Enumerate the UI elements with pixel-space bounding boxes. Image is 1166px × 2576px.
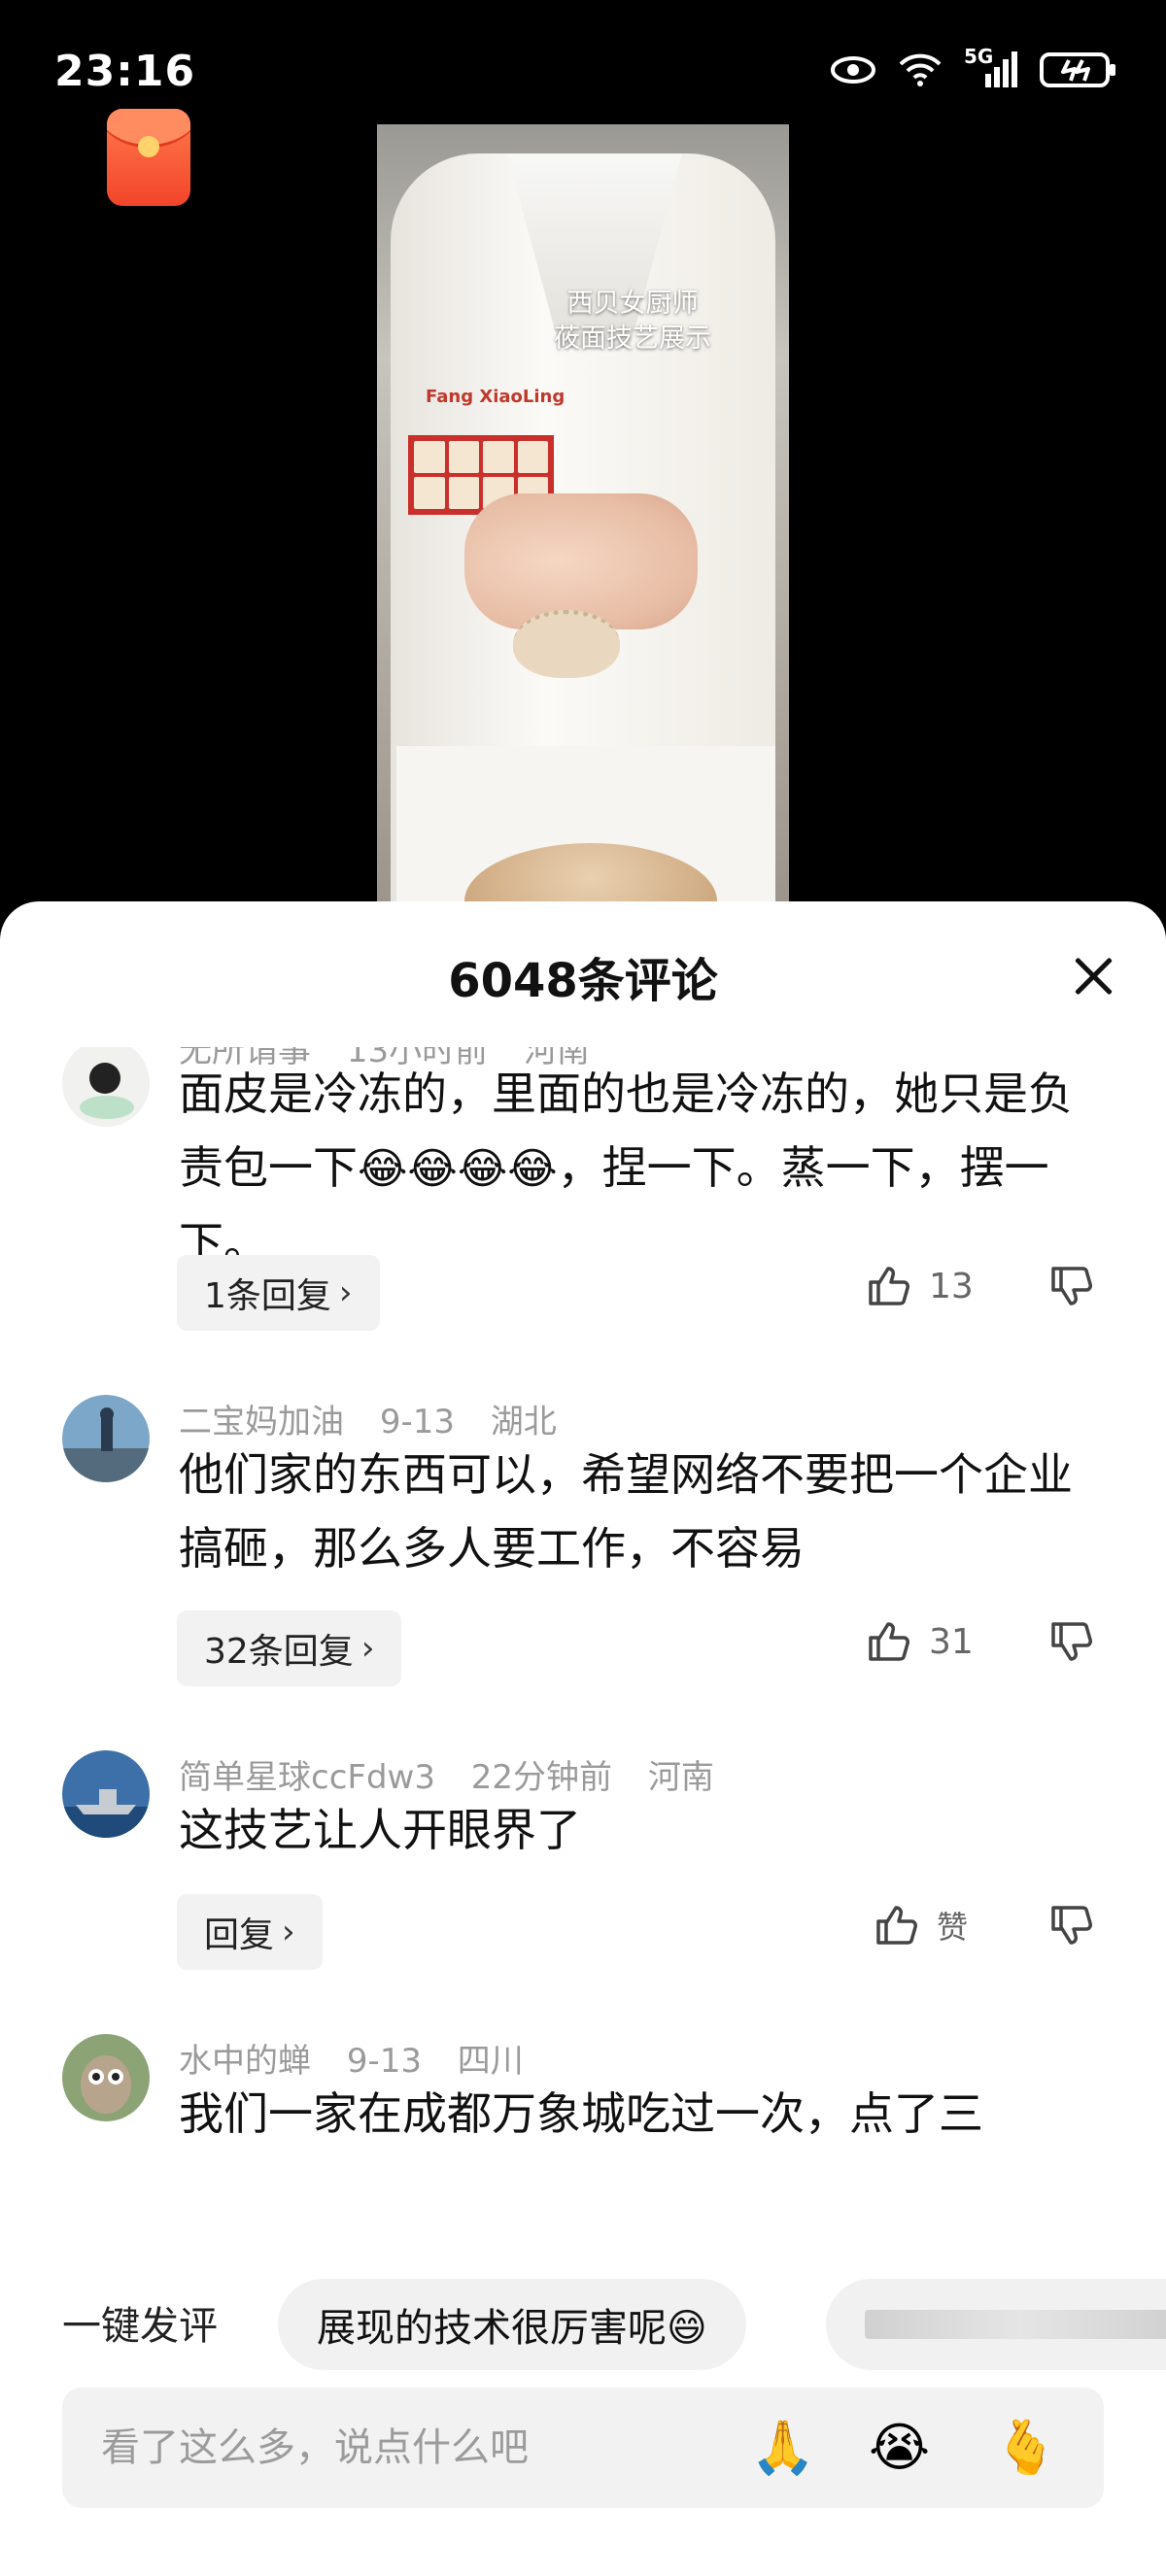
comment-time: 9-13 — [346, 2042, 422, 2081]
view-replies-button[interactable]: 1条回复 › — [177, 1255, 380, 1331]
comment-location: 河南 — [647, 1758, 714, 1797]
status-bar: 23:16 5G — [0, 0, 1166, 107]
like-button[interactable]: 13 — [865, 1263, 974, 1309]
thumb-up-icon — [876, 1906, 917, 1945]
view-replies-button[interactable]: 32条回复 › — [177, 1610, 402, 1686]
like-count: 31 — [929, 1621, 974, 1662]
quick-comment-bar: 一键发评 展现的技术很厉害呢😄 — [0, 2271, 1166, 2378]
comment-username[interactable]: 简单星球ccFdw3 — [179, 1758, 435, 1797]
comment-meta: 简单星球ccFdw3 22分钟前 河南 — [179, 1750, 739, 1798]
thumb-down-icon — [1051, 1906, 1092, 1945]
comment-sheet: 6048条评论 无所谓事 13小时前 河南 面皮是冷冻的，里面的也是冷冻的，她只… — [0, 901, 1166, 2576]
avatar[interactable] — [62, 1750, 150, 1838]
comment-list[interactable]: 无所谓事 13小时前 河南 面皮是冷冻的，里面的也是冷冻的，她只是负责包一下😂😂… — [0, 1047, 1166, 2184]
comment-meta: 水中的蝉 9-13 四川 — [179, 2034, 549, 2082]
chef-name-tag: Fang XiaoLing — [426, 387, 566, 407]
video-caption: 西贝女厨师 莜面技艺展示 — [554, 287, 711, 356]
like-button[interactable]: 31 — [865, 1618, 974, 1665]
quick-comment-label: 一键发评 — [62, 2304, 218, 2349]
wifi-icon — [899, 53, 942, 86]
video-caption-line2: 莜面技艺展示 — [554, 323, 711, 354]
clock: 23:16 — [54, 47, 196, 96]
like-button[interactable]: 赞 — [873, 1902, 968, 1949]
comment-time: 22分钟前 — [470, 1758, 613, 1797]
comment-location: 四川 — [457, 2042, 524, 2081]
video-caption-line1: 西贝女厨师 — [566, 288, 699, 319]
battery-icon — [1040, 52, 1115, 87]
like-label: 赞 — [937, 1909, 969, 1946]
avatar[interactable] — [62, 2034, 150, 2121]
comment-text: 我们一家在成都万象城吃过一次，点了三 — [179, 2087, 983, 2140]
like-count: 13 — [929, 1266, 974, 1306]
video-player[interactable]: Fang XiaoLing — [377, 124, 789, 901]
comment-meta: 二宝妈加油 9-13 湖北 — [179, 1395, 582, 1442]
hands-image — [464, 493, 698, 629]
comment-input-box[interactable]: 🙏 😭 🫰 — [62, 2388, 1104, 2508]
quick-comment-chip[interactable] — [826, 2279, 1166, 2370]
dislike-button[interactable] — [1047, 1263, 1094, 1313]
thumb-up-icon — [869, 1622, 909, 1661]
thumb-down-icon — [1051, 1622, 1092, 1661]
comment-time: 9-13 — [379, 1403, 455, 1441]
crying-emoji-button[interactable]: 😭 — [869, 2415, 930, 2481]
chevron-right-icon: › — [282, 1913, 295, 1951]
comment-location: 湖北 — [490, 1403, 557, 1441]
avatar[interactable] — [62, 1047, 150, 1127]
signal-icon: 5G — [964, 45, 1018, 89]
comment-username[interactable]: 水中的蝉 — [179, 2042, 311, 2081]
eye-icon — [831, 56, 875, 84]
comment-count-title: 6048条评论 — [448, 954, 718, 1008]
thumb-up-icon — [869, 1267, 909, 1305]
quick-comment-chip[interactable]: 展现的技术很厉害呢😄 — [278, 2279, 746, 2370]
comment-username[interactable]: 二宝妈加油 — [179, 1403, 344, 1441]
comment-text: 他们家的东西可以，希望网络不要把一个企业搞砸，那么多人要工作，不容易 — [179, 1448, 1073, 1575]
close-button[interactable] — [1069, 952, 1117, 1000]
comment-text: 这技艺让人开眼界了 — [179, 1804, 581, 1856]
dumpling-image — [513, 610, 620, 678]
dislike-button[interactable] — [1047, 1618, 1094, 1669]
chevron-right-icon: › — [338, 1273, 353, 1312]
pray-emoji-button[interactable]: 🙏 — [750, 2415, 815, 2481]
chevron-right-icon: › — [360, 1629, 375, 1668]
red-packet-icon[interactable] — [107, 109, 190, 206]
heart-fingers-emoji-button[interactable]: 🫰 — [993, 2415, 1058, 2481]
reply-button[interactable]: 回复 › — [177, 1894, 323, 1970]
avatar[interactable] — [62, 1395, 150, 1482]
comment-text: 面皮是冷冻的，里面的也是冷冻的，她只是负责包一下😂😂😂😂，捏一下。蒸一下，摆一下… — [179, 1068, 1073, 1270]
comment-input[interactable] — [101, 2417, 723, 2479]
status-icons: 5G — [830, 45, 1117, 89]
dislike-button[interactable] — [1047, 1902, 1094, 1952]
thumb-down-icon — [1051, 1267, 1092, 1305]
laughing-emoji: 😂😂😂😂 — [358, 1144, 558, 1194]
